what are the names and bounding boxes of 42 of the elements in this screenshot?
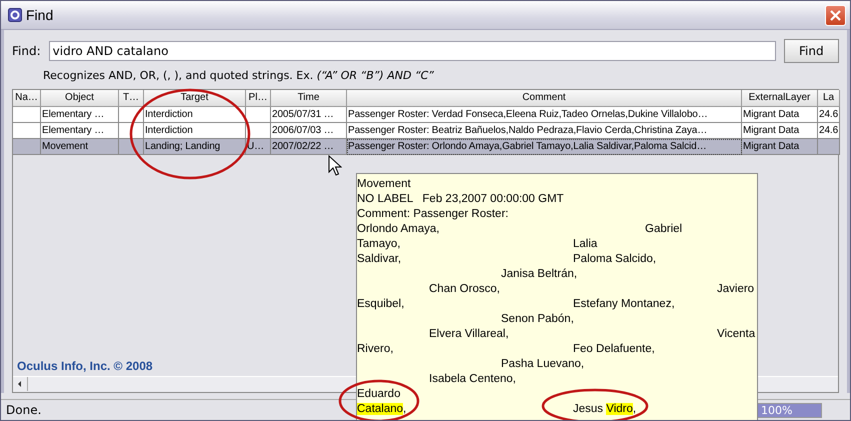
table-cell: Passenger Roster: Beatriz Bañuelos,Naldo Pedraza,Flavio Cerda,Christina Zaya… bbox=[347, 123, 742, 139]
highlighted-text: Vidro bbox=[606, 403, 633, 415]
tooltip-line: Senon Pabón, bbox=[500, 312, 574, 327]
table-cell: Migrant Data bbox=[742, 107, 818, 123]
tooltip-line: NO LABEL Feb 23,2007 00:00:00 GMT bbox=[357, 192, 564, 207]
table-cell: 24.6 bbox=[818, 107, 840, 123]
table-cell: Landing; Landing bbox=[144, 139, 246, 155]
table-cell: Interdiction bbox=[144, 107, 246, 123]
table-cell: Movement bbox=[41, 139, 119, 155]
tooltip-line: Saldivar, Paloma Salcido, bbox=[357, 252, 656, 267]
window-title: Find bbox=[26, 7, 54, 23]
copyright-text: Oculus Info, Inc. © 2008 bbox=[16, 359, 153, 375]
table-cell: Passenger Roster: Orlondo Amaya,Gabriel Tamayo,Lalia Saldivar,Paloma Salcid… bbox=[347, 139, 742, 155]
table-cell: Elementary … bbox=[41, 123, 119, 139]
table-cell: 2007/02/22 … bbox=[271, 139, 347, 155]
tooltip-line: Eduardo bbox=[357, 387, 400, 402]
tooltip-line: Movement bbox=[357, 177, 411, 192]
table-cell: Passenger Roster: Verdad Fonseca,Eleena Ruiz,Tadeo Ornelas,Dukine Villalobo… bbox=[347, 107, 742, 123]
highlighted-text: Catalano bbox=[357, 403, 404, 415]
tooltip-line: Janisa Beltrán, bbox=[500, 267, 578, 282]
find-label: Find: bbox=[12, 44, 41, 58]
tooltip-line: Isabela Centeno, bbox=[428, 372, 516, 387]
table-cell: Interdiction bbox=[144, 123, 246, 139]
tooltip-line: Esquibel, Estefany Montanez, bbox=[357, 297, 675, 312]
tooltip-line: Chan Orosco, Javiero bbox=[428, 282, 754, 297]
progress-reading: 100% bbox=[761, 404, 792, 416]
table-cell: 24.6 bbox=[818, 123, 840, 139]
tooltip-text: , Jesus bbox=[403, 403, 604, 415]
tooltip-line: Orlondo Amaya, Gabriel bbox=[357, 222, 682, 237]
status-text: Done. bbox=[6, 403, 42, 417]
table-cell: Elementary … bbox=[41, 107, 119, 123]
table-cell: Migrant Data bbox=[742, 139, 818, 155]
table-cell: 2005/07/31 … bbox=[271, 107, 347, 123]
tooltip-line: Rivero, Feo Delafuente, bbox=[357, 342, 655, 357]
tooltip-line: Tamayo, Lalia bbox=[357, 237, 598, 252]
hint-text: Recognizes AND, OR, (, ), and quoted strings. Ex. (“A” OR “B”) AND “C” bbox=[43, 69, 435, 82]
table-cell: Migrant Data bbox=[742, 123, 818, 139]
tooltip-line: Comment: Passenger Roster: bbox=[357, 207, 508, 222]
tooltip-text: , bbox=[632, 403, 636, 415]
tooltip-line: Pasha Luevano, bbox=[500, 357, 584, 372]
table-cell: 2006/07/03 … bbox=[271, 123, 347, 139]
tooltip-line: Elvera Villareal, Vicenta bbox=[428, 327, 756, 342]
